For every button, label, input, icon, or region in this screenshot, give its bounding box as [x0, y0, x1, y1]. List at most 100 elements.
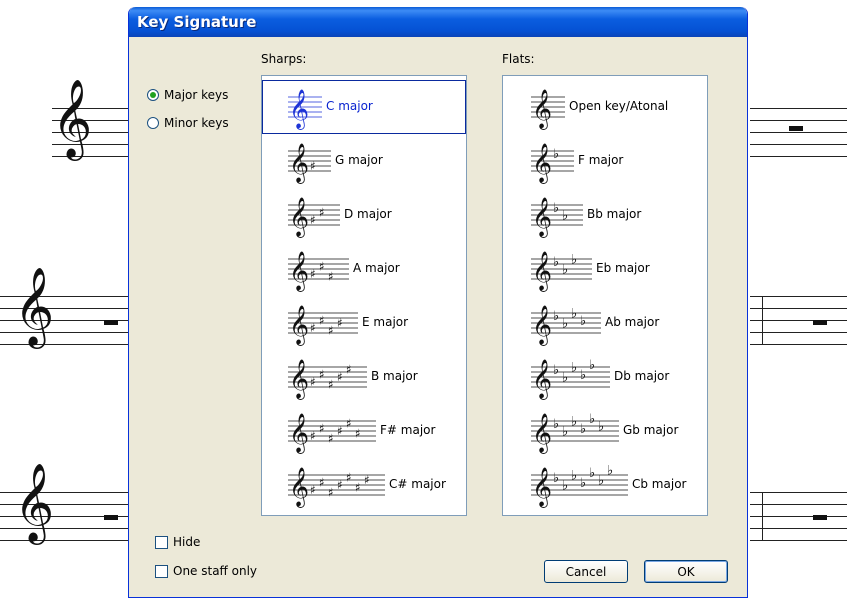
key-item-cb-major[interactable]: 𝄞 ♭ ♭ ♭ ♭ ♭ ♭ ♭ Cb major: [503, 458, 707, 512]
key-signature-dialog: Key Signature Major keys Minor keys Shar…: [128, 7, 748, 598]
cancel-button[interactable]: Cancel: [544, 560, 628, 583]
one-staff-only-checkbox[interactable]: [155, 564, 168, 578]
key-item-label: Open key/Atonal: [569, 99, 669, 113]
treble-clef-icon: 𝄞: [289, 467, 309, 508]
radio-minor-keys[interactable]: Minor keys: [147, 116, 229, 130]
treble-clef-icon: 𝄞: [289, 413, 309, 454]
radio-minor-keys-label: Minor keys: [164, 116, 229, 130]
flat-icon: ♭: [553, 255, 559, 270]
sharps-list[interactable]: 𝄞 C major 𝄞 ♯ G major 𝄞 ♯ ♯ D major 𝄞 ♯ ♯ ♯ A major 𝄞 ♯…: [261, 75, 467, 516]
key-item-label: A major: [353, 261, 400, 275]
sharp-icon: ♯: [310, 483, 316, 497]
staff-icon: 𝄞 ♯♯♯♯♯♯: [288, 413, 376, 454]
sharp-icon: ♯: [310, 267, 316, 281]
treble-clef-icon: 𝄞: [532, 143, 552, 184]
barline: [762, 492, 763, 541]
flat-icon: ♭: [598, 474, 604, 489]
flat-icon: ♭: [553, 417, 559, 432]
key-item-label: Gb major: [623, 423, 679, 437]
key-item-label: D major: [344, 207, 392, 221]
hide-checkbox[interactable]: [155, 535, 168, 549]
treble-clef-icon: 𝄞: [532, 413, 552, 454]
key-item-open-key-atonal[interactable]: 𝄞 Open key/Atonal: [503, 80, 707, 134]
key-item-gb-major[interactable]: 𝄞 ♭ ♭ ♭ ♭ ♭ ♭ Gb major: [503, 404, 707, 458]
key-item-label: F major: [578, 153, 624, 167]
treble-clef-icon: 𝄞: [289, 143, 309, 184]
staff-icon: 𝄞 ♯: [288, 143, 331, 184]
key-item-f-major[interactable]: 𝄞 ♯ ♯ ♯ ♯ ♯ ♯ F# major: [262, 404, 466, 458]
staff-1-right: [750, 108, 847, 158]
sharp-icon: ♯: [328, 378, 334, 392]
radio-major-keys-indicator[interactable]: [147, 89, 159, 101]
sharp-icon: ♯: [319, 422, 325, 436]
key-item-bb-major[interactable]: 𝄞 ♭ ♭ Bb major: [503, 188, 707, 242]
key-item-label: C major: [326, 99, 373, 113]
ok-button[interactable]: OK: [644, 560, 728, 583]
flat-icon: ♭: [562, 425, 568, 440]
sharp-icon: ♯: [319, 314, 325, 328]
whole-rest-icon: [104, 515, 118, 520]
staff-icon: 𝄞 ♭ ♭: [531, 197, 583, 238]
flat-icon: ♭: [553, 201, 559, 216]
key-item-d-major[interactable]: 𝄞 ♯ ♯ D major: [262, 188, 466, 242]
staff-icon: 𝄞 ♯♯♯♯: [288, 305, 358, 346]
key-item-label: Bb major: [587, 207, 642, 221]
key-item-c-major[interactable]: 𝄞 C major: [262, 80, 466, 134]
key-item-a-major[interactable]: 𝄞 ♯ ♯ ♯ A major: [262, 242, 466, 296]
flats-label: Flats:: [502, 52, 535, 66]
staff-icon: 𝄞 ♭ ♭♭ ♭♭: [531, 358, 610, 400]
one-staff-only-option[interactable]: One staff only: [155, 564, 257, 578]
flat-icon: ♭: [580, 368, 586, 383]
sharp-icon: ♯: [346, 417, 352, 431]
flat-icon: ♭: [553, 471, 559, 486]
flat-icon: ♭: [589, 412, 595, 427]
sharps-label: Sharps:: [261, 52, 307, 66]
barline: [762, 296, 763, 345]
sharp-icon: ♯: [310, 213, 316, 227]
staff-3-right: [750, 492, 847, 542]
flat-icon: ♭: [580, 422, 586, 437]
flat-icon: ♭: [562, 371, 568, 386]
staff-icon: 𝄞 ♯♯: [288, 197, 340, 238]
flat-icon: ♭: [571, 469, 577, 484]
key-item-label: Ab major: [605, 315, 660, 329]
flat-icon: ♭: [562, 479, 568, 494]
flat-icon: ♭: [607, 464, 613, 479]
key-item-ab-major[interactable]: 𝄞 ♭ ♭ ♭ ♭ Ab major: [503, 296, 707, 350]
key-item-f-major[interactable]: 𝄞 ♭ F major: [503, 134, 707, 188]
dialog-title-bar[interactable]: Key Signature: [129, 7, 747, 37]
sharp-icon: ♯: [310, 429, 316, 443]
staff-2-right: [750, 296, 847, 346]
key-item-g-major[interactable]: 𝄞 ♯ G major: [262, 134, 466, 188]
treble-clef-icon: 𝄞: [289, 197, 309, 238]
sharp-icon: ♯: [319, 260, 325, 274]
radio-major-keys[interactable]: Major keys: [147, 88, 228, 102]
sharp-icon: ♯: [310, 375, 316, 389]
sharp-icon: ♯: [328, 270, 334, 284]
key-item-c-major[interactable]: 𝄞 ♯ ♯ ♯ ♯ ♯ ♯ ♯ C# major: [262, 458, 466, 512]
whole-rest-icon: [789, 126, 803, 131]
key-item-label: B major: [371, 369, 418, 383]
hide-option[interactable]: Hide: [155, 535, 200, 549]
sharp-icon: ♯: [364, 473, 370, 487]
sharp-icon: ♯: [319, 368, 325, 382]
staff-icon: 𝄞 ♭ ♭♭ ♭♭ ♭: [531, 412, 619, 454]
flat-icon: ♭: [571, 361, 577, 376]
radio-minor-keys-indicator[interactable]: [147, 117, 159, 129]
treble-clef-icon: 𝄞: [532, 251, 552, 292]
key-item-eb-major[interactable]: 𝄞 ♭ ♭ ♭ Eb major: [503, 242, 707, 296]
key-item-b-major[interactable]: 𝄞 ♯ ♯ ♯ ♯ ♯ B major: [262, 350, 466, 404]
staff-icon: 𝄞 ♯♯♯: [288, 251, 349, 292]
staff-icon: 𝄞: [531, 89, 565, 130]
key-item-e-major[interactable]: 𝄞 ♯ ♯ ♯ ♯ E major: [262, 296, 466, 350]
key-item-db-major[interactable]: 𝄞 ♭ ♭ ♭ ♭ ♭ Db major: [503, 350, 707, 404]
staff-icon: 𝄞 ♭: [531, 143, 574, 184]
treble-clef-icon: 𝄞: [289, 251, 309, 292]
radio-major-keys-label: Major keys: [164, 88, 229, 102]
flat-icon: ♭: [589, 358, 595, 373]
flats-list[interactable]: 𝄞 Open key/Atonal 𝄞 ♭ F major 𝄞 ♭ ♭ Bb major 𝄞 ♭ ♭ ♭…: [502, 75, 708, 516]
sharp-icon: ♯: [355, 427, 361, 441]
treble-clef-icon: 𝄞: [532, 89, 552, 130]
flat-icon: ♭: [553, 147, 559, 162]
sharp-icon: ♯: [337, 478, 343, 492]
